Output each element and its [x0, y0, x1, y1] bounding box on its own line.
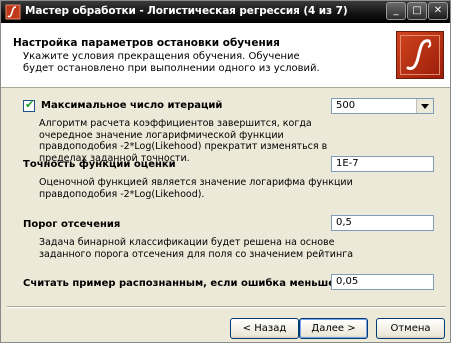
threshold-description: Задача бинарной классификации будет реше…: [39, 237, 354, 260]
maximize-button[interactable]: □: [407, 2, 427, 20]
accuracy-description: Оценочной функцией является значение лог…: [39, 177, 353, 200]
app-icon: [5, 4, 21, 20]
back-button[interactable]: < Назад: [230, 318, 299, 339]
threshold-input[interactable]: 0,5: [331, 215, 434, 231]
max-iterations-description: Алгоритм расчета коэффициентов завершитс…: [39, 118, 328, 164]
minimize-button[interactable]: _: [386, 2, 406, 20]
checkmark-icon: ✔: [25, 98, 35, 111]
error-threshold-label: Считать пример распознанным, если ошибка…: [23, 278, 336, 289]
max-iterations-label: Максимальное число итераций: [41, 100, 223, 111]
accuracy-label: Точность функции оценки: [23, 159, 176, 170]
accuracy-input[interactable]: 1E-7: [331, 156, 434, 172]
footer-divider: [7, 306, 446, 308]
error-threshold-input[interactable]: 0,05: [331, 274, 434, 290]
next-button[interactable]: Далее >: [299, 318, 368, 339]
wizard-header: Настройка параметров остановки обучения …: [1, 23, 450, 88]
page-title: Настройка параметров остановки обучения: [13, 37, 280, 49]
wizard-window: Мастер обработки - Логистическая регресс…: [0, 0, 451, 343]
max-iterations-select[interactable]: 500: [331, 98, 434, 114]
max-iterations-checkbox[interactable]: ✔: [23, 98, 35, 112]
threshold-label: Порог отсечения: [23, 219, 121, 230]
max-iterations-value: 500: [336, 100, 356, 111]
cancel-button[interactable]: Отмена: [376, 318, 445, 339]
page-subtitle: Укажите условия прекращения обучения. Об…: [23, 51, 320, 74]
chevron-down-icon[interactable]: [416, 99, 433, 113]
window-title: Мастер обработки - Логистическая регресс…: [25, 5, 348, 17]
close-button[interactable]: ✕: [428, 2, 448, 20]
deductor-logo-icon: [396, 31, 444, 79]
logo-glyph-icon: [406, 39, 432, 70]
title-bar[interactable]: Мастер обработки - Логистическая регресс…: [1, 1, 450, 23]
